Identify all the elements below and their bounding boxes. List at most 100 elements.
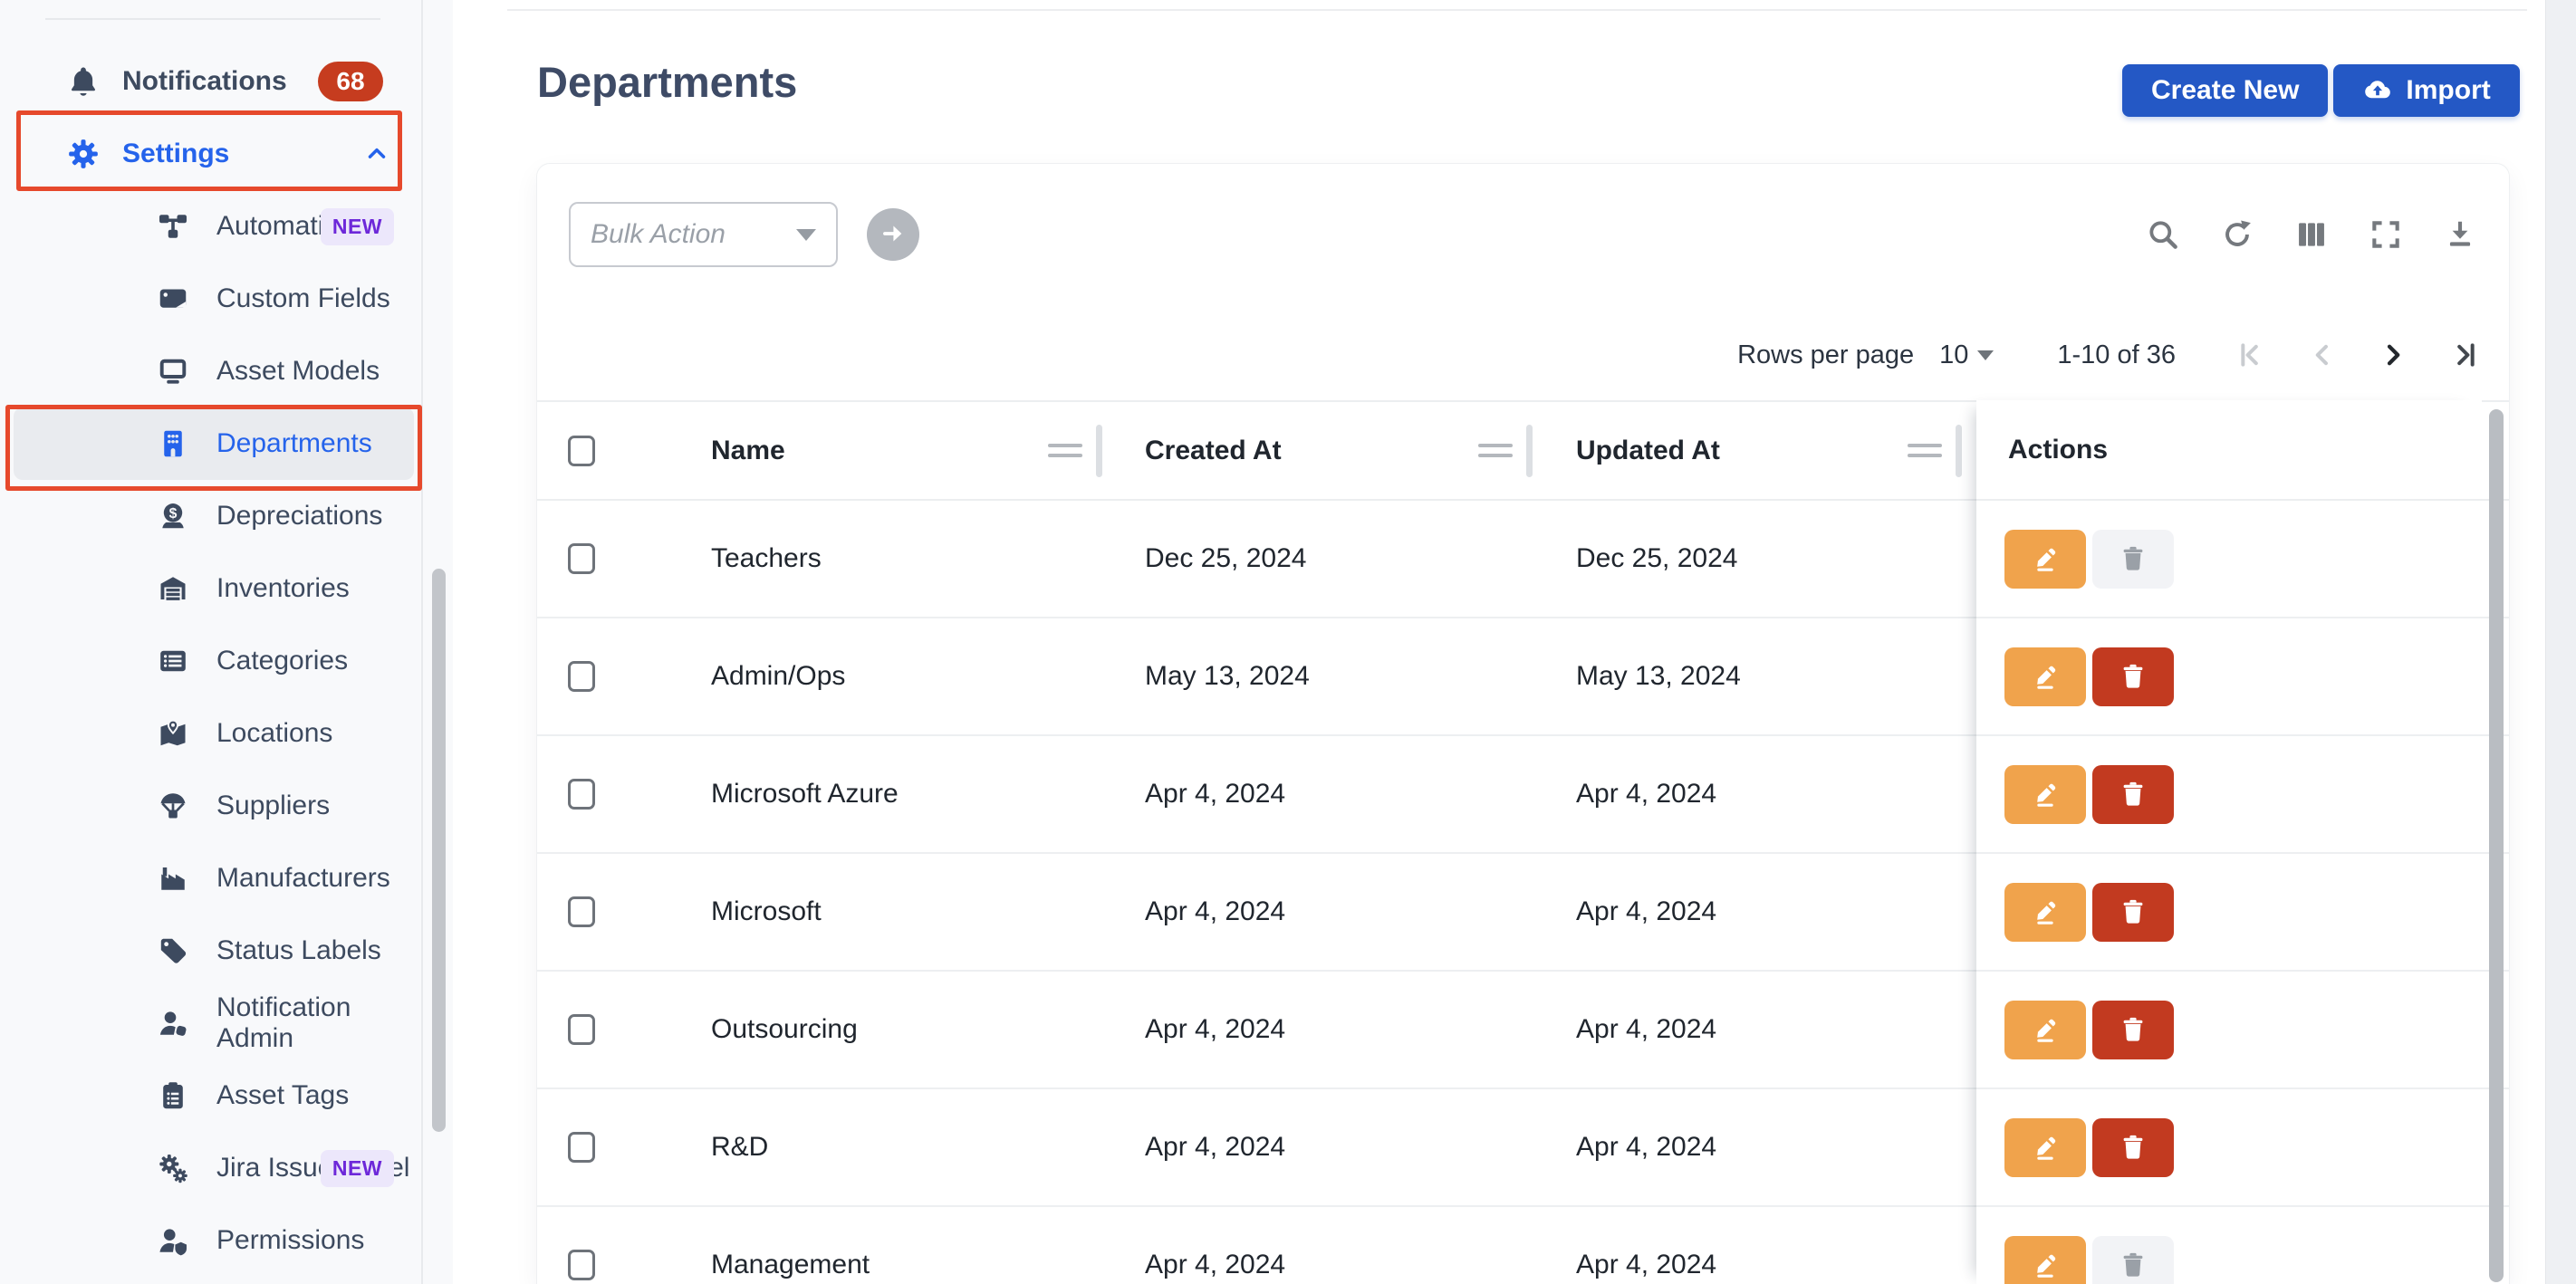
departments-card: Bulk Action Rows per page 10 1 (537, 164, 2509, 1284)
table-scrollbar[interactable] (2489, 409, 2504, 1282)
column-menu-icon[interactable] (1908, 444, 1942, 457)
import-button[interactable]: Import (2333, 64, 2519, 117)
row-checkbox[interactable] (568, 896, 595, 927)
cell-updated-at: Apr 4, 2024 (1529, 896, 1716, 927)
sidebar-item-locations[interactable]: Locations (14, 697, 414, 770)
row-actions (1976, 736, 2482, 854)
bulk-action-select[interactable]: Bulk Action (569, 202, 838, 267)
bulk-action-go-button[interactable] (867, 208, 919, 261)
download-icon[interactable] (2443, 217, 2477, 252)
cell-updated-at: Apr 4, 2024 (1529, 779, 1716, 810)
row-checkbox[interactable] (568, 543, 595, 574)
actions-column: Actions (1976, 400, 2482, 1284)
chevron-down-icon (796, 229, 816, 241)
sidebar-item-label: Asset Tags (216, 1080, 349, 1111)
notifications-count-badge: 68 (318, 62, 383, 101)
cell-name: Admin/Ops (682, 661, 845, 692)
row-checkbox[interactable] (568, 661, 595, 692)
sidebar-item-custom-fields[interactable]: Custom Fields (14, 263, 414, 335)
sidebar-item-notifications[interactable]: Notifications 68 (14, 45, 414, 118)
sidebar-item-automation[interactable]: Automation NEW (14, 190, 414, 263)
sidebar-item-label: Categories (216, 646, 348, 676)
sidebar-item-notification-admin[interactable]: Notification Admin (14, 987, 414, 1059)
delete-button[interactable] (2092, 647, 2174, 706)
user-badge-icon (157, 1006, 189, 1040)
last-page-icon[interactable] (2451, 340, 2482, 370)
delete-button[interactable] (2092, 530, 2174, 589)
sidebar-menu: Notifications 68 Settings Automation NEW… (0, 45, 422, 1277)
column-resize-handle[interactable] (1956, 425, 1962, 477)
sidebar: Notifications 68 Settings Automation NEW… (0, 0, 453, 1284)
cell-name: Management (682, 1250, 870, 1280)
sidebar-item-asset-tags[interactable]: Asset Tags (14, 1059, 414, 1132)
column-header-actions: Actions (2008, 435, 2108, 465)
edit-button[interactable] (2004, 1118, 2086, 1177)
sidebar-item-jira-issue-panel[interactable]: Jira Issue Panel NEW (14, 1132, 414, 1204)
delete-button[interactable] (2092, 765, 2174, 824)
columns-icon[interactable] (2294, 217, 2329, 252)
sidebar-item-settings[interactable]: Settings (14, 118, 414, 190)
pagination-nav (2234, 340, 2482, 370)
row-actions (1976, 1207, 2482, 1284)
chevron-up-icon (363, 140, 390, 168)
sidebar-scrollbar[interactable] (432, 569, 446, 1132)
content-top-divider (507, 9, 2527, 11)
sidebar-item-depreciations[interactable]: $ Depreciations (14, 480, 414, 552)
column-header-updated-at[interactable]: Updated At (1529, 436, 1720, 466)
sidebar-item-inventories[interactable]: Inventories (14, 552, 414, 625)
sidebar-item-status-labels[interactable]: Status Labels (14, 915, 414, 987)
sidebar-item-departments[interactable]: Departments (14, 407, 414, 480)
gear-icon (66, 137, 101, 171)
row-checkbox[interactable] (568, 1132, 595, 1163)
row-checkbox[interactable] (568, 779, 595, 810)
sidebar-item-asset-models[interactable]: Asset Models (14, 335, 414, 407)
search-icon[interactable] (2146, 217, 2180, 252)
create-new-button[interactable]: Create New (2122, 64, 2328, 117)
sidebar-item-label: Departments (216, 428, 372, 459)
page-scrollbar-track[interactable] (2545, 0, 2576, 1284)
edit-button[interactable] (2004, 765, 2086, 824)
sidebar-item-categories[interactable]: Categories (14, 625, 414, 697)
prev-page-icon[interactable] (2306, 340, 2337, 370)
cloud-upload-icon (2362, 75, 2393, 106)
fullscreen-icon[interactable] (2369, 217, 2403, 252)
edit-button[interactable] (2004, 1236, 2086, 1284)
custom-fields-icon (157, 282, 189, 316)
column-header-created-at[interactable]: Created At (1099, 436, 1282, 466)
first-page-icon[interactable] (2234, 340, 2264, 370)
edit-button[interactable] (2004, 647, 2086, 706)
column-menu-icon[interactable] (1048, 444, 1082, 457)
next-page-icon[interactable] (2379, 340, 2409, 370)
chevron-down-icon[interactable] (1977, 350, 1994, 360)
cell-name: Microsoft (682, 896, 822, 927)
refresh-icon[interactable] (2220, 217, 2254, 252)
rows-per-page-value[interactable]: 10 (1939, 340, 1968, 370)
delete-button[interactable] (2092, 883, 2174, 942)
sidebar-item-label: Locations (216, 718, 332, 749)
row-actions (1976, 1089, 2482, 1207)
sidebar-section-divider (45, 18, 380, 20)
sidebar-item-permissions[interactable]: Permissions (14, 1204, 414, 1277)
delete-button[interactable] (2092, 1236, 2174, 1284)
cell-created-at: Apr 4, 2024 (1099, 779, 1285, 810)
column-header-name[interactable]: Name (682, 436, 785, 466)
column-menu-icon[interactable] (1478, 444, 1513, 457)
sidebar-item-manufacturers[interactable]: Manufacturers (14, 842, 414, 915)
edit-button[interactable] (2004, 530, 2086, 589)
main-content: Departments Create New Import Bulk Actio… (453, 0, 2545, 1284)
pagination-range: 1-10 of 36 (2057, 340, 2176, 370)
delete-button[interactable] (2092, 1001, 2174, 1059)
page: Notifications 68 Settings Automation NEW… (0, 0, 2576, 1284)
svg-text:$: $ (169, 506, 178, 522)
row-checkbox[interactable] (568, 1250, 595, 1280)
edit-button[interactable] (2004, 1001, 2086, 1059)
delete-button[interactable] (2092, 1118, 2174, 1177)
row-actions (1976, 854, 2482, 972)
sidebar-item-label: Suppliers (216, 791, 330, 821)
sidebar-item-suppliers[interactable]: Suppliers (14, 770, 414, 842)
select-all-checkbox[interactable] (568, 436, 595, 466)
edit-button[interactable] (2004, 883, 2086, 942)
gears-icon (157, 1151, 189, 1185)
row-checkbox[interactable] (568, 1014, 595, 1045)
bell-icon (66, 64, 101, 99)
